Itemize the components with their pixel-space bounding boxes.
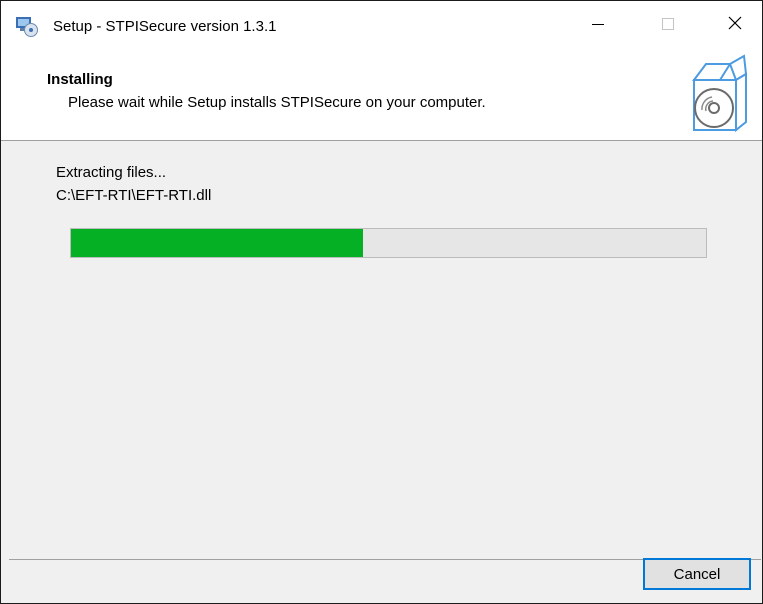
maximize-icon (662, 17, 674, 34)
progress-bar-fill (71, 229, 364, 257)
status-label: Extracting files... (56, 164, 167, 181)
cancel-button[interactable]: Cancel (643, 558, 751, 590)
page-subtitle: Please wait while Setup installs STPISec… (68, 94, 486, 111)
close-button[interactable] (707, 1, 762, 49)
page-title: Installing (47, 71, 113, 88)
maximize-button[interactable] (640, 1, 696, 49)
close-icon (728, 16, 742, 34)
setup-window: Setup - STPISecure version 1.3.1 Install… (0, 0, 763, 604)
wizard-body: Extracting files... C:\EFT-RTI\EFT-RTI.d… (9, 141, 761, 559)
setup-installer-icon (15, 15, 39, 37)
minimize-icon (592, 17, 604, 34)
software-box-icon (686, 54, 750, 134)
current-file-path: C:\EFT-RTI\EFT-RTI.dll (56, 187, 212, 204)
progress-bar (70, 228, 707, 258)
minimize-button[interactable] (570, 1, 626, 49)
title-bar[interactable]: Setup - STPISecure version 1.3.1 (1, 1, 762, 49)
window-title: Setup - STPISecure version 1.3.1 (53, 18, 277, 35)
wizard-header: Installing Please wait while Setup insta… (1, 49, 762, 141)
